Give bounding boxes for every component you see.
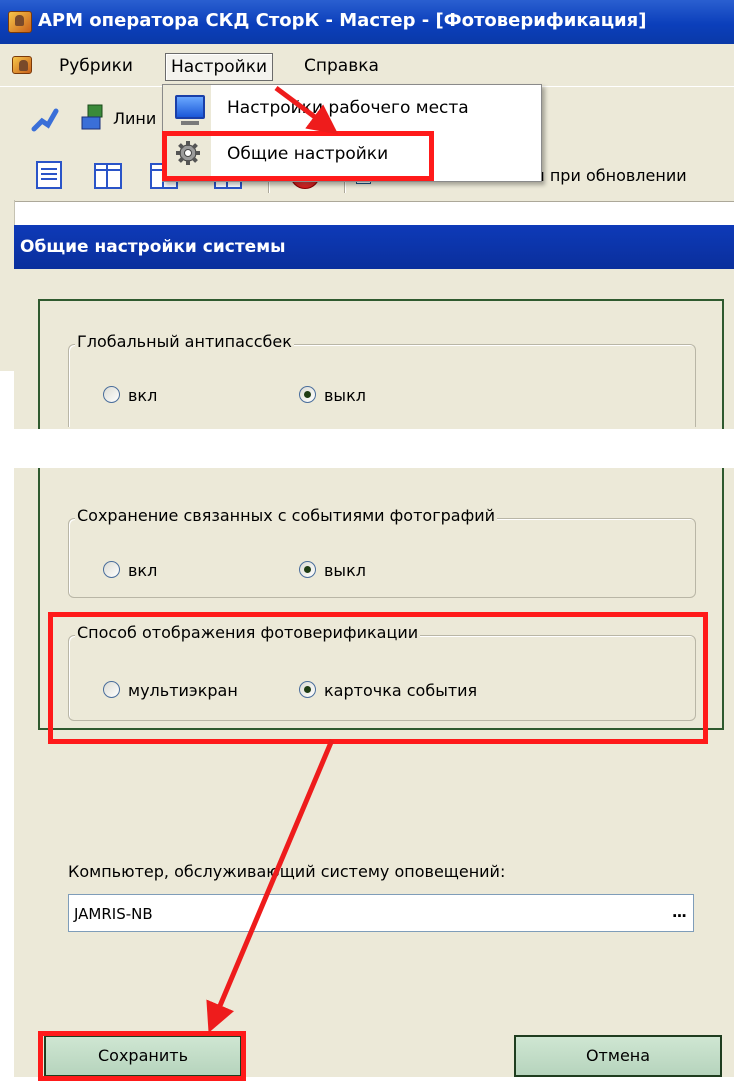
- annotation-arrows: [206, 85, 339, 1033]
- arrow-to-general-settings: [274, 85, 339, 135]
- arrow-to-save-button: [206, 739, 335, 1033]
